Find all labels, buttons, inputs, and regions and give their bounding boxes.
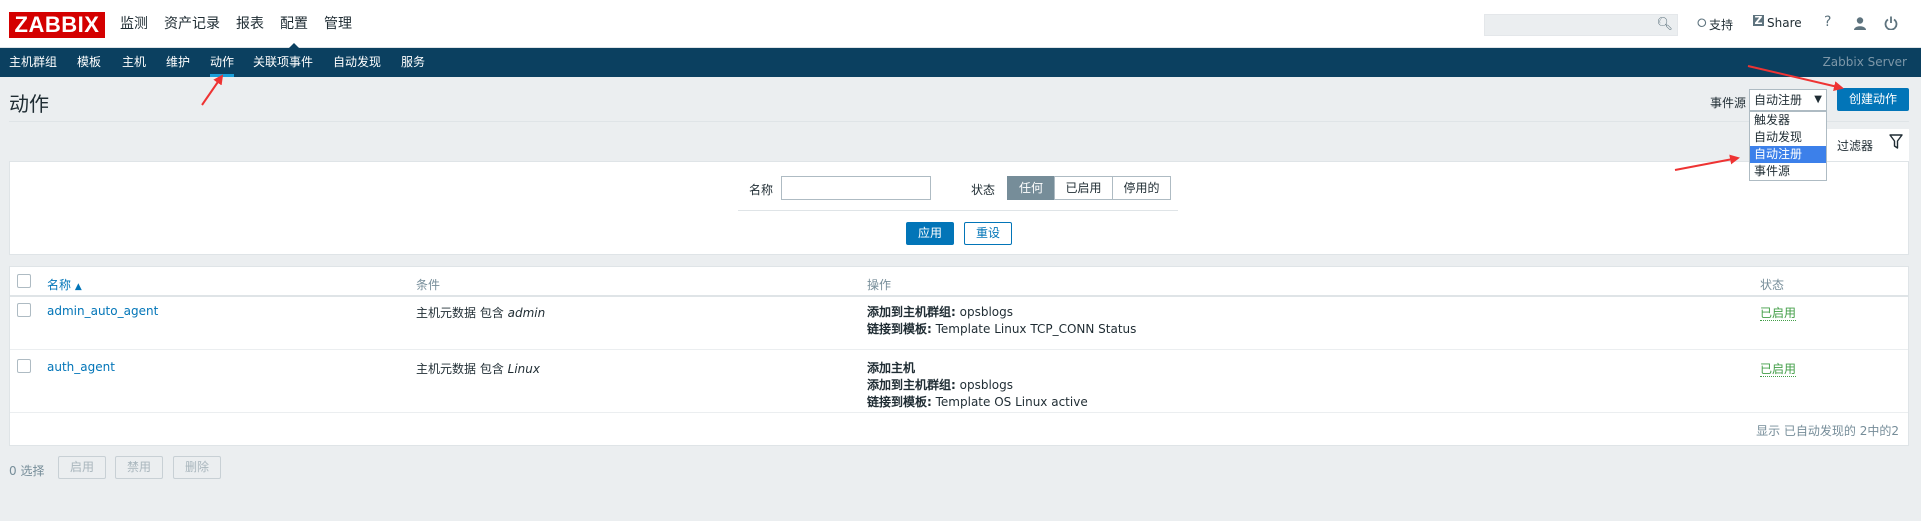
subnav-discovery[interactable]: 自动发现 [333,48,381,77]
operation-value: Template OS Linux active [931,395,1088,409]
condition-value: admin [507,306,546,320]
filter-status-any[interactable]: 任何 [1007,176,1055,200]
page-title: 动作 [9,92,49,116]
arrow-to-actions-tab [201,74,224,106]
select-all-checkbox[interactable] [17,274,31,288]
row-divider [10,349,1908,350]
table-footer-count: 显示 已自动发现的 2中的2 [1756,424,1899,438]
row-divider [10,412,1908,413]
event-source-dropdown-list: 触发器 自动发现 自动注册 事件源 [1749,111,1827,181]
subnav-hosts[interactable]: 主机 [122,48,146,77]
condition-text: 主机元数据 包含 [416,362,508,376]
action-name-link[interactable]: auth_agent [47,360,115,374]
operation-label: 添加到主机群组: [867,305,956,319]
condition-text: 主机元数据 包含 [416,306,508,320]
filter-status-disabled[interactable]: 停用的 [1112,176,1171,200]
event-source-label: 事件源 [1710,96,1747,110]
top-header: ZABBIX 监测 资产记录 报表 配置 管理 🔍︎ ⭘ 支持 Z Share … [0,0,1921,49]
mass-enable-button[interactable]: 启用 [58,456,106,479]
condition-value: Linux [507,362,540,376]
dropdown-arrow-icon: ▼ [1814,94,1822,105]
filter-status-enabled[interactable]: 已启用 [1054,176,1113,200]
user-profile-icon[interactable] [1853,16,1867,30]
row-checkbox[interactable] [17,303,31,317]
column-header-operations: 操作 [867,278,892,292]
subnav-event-correlation[interactable]: 关联项事件 [253,48,313,77]
filter-tab-label: 过滤器 [1837,139,1874,153]
filter-reset-button[interactable]: 重设 [964,222,1012,245]
operation-label: 添加主机 [867,361,916,375]
subnav-services[interactable]: 服务 [401,48,425,77]
operation-value: Template Linux TCP_CONN Status [931,322,1137,336]
action-operations: 添加到主机群组: opsblogs 链接到模板: Template Linux … [867,304,1136,338]
share-icon: Z [1753,14,1764,27]
mass-delete-button[interactable]: 删除 [173,456,221,479]
event-source-option-internal[interactable]: 事件源 [1750,163,1826,180]
help-icon[interactable]: ? [1824,14,1831,30]
column-header-conditions: 条件 [416,278,441,292]
status-cell: 已启用 [1760,304,1797,321]
title-divider [9,121,1909,122]
filter-apply-button[interactable]: 应用 [906,222,954,245]
actions-table: 名称 ▲ 条件 操作 状态 admin_auto_agent 主机元数据 包含 … [9,266,1909,446]
column-header-name[interactable]: 名称 ▲ [47,276,82,293]
filter-divider [738,210,1178,211]
nav-reports[interactable]: 报表 [228,0,272,48]
status-enabled-link[interactable]: 已启用 [1760,362,1797,377]
table-row: auth_agent [47,360,115,374]
filter-panel [9,161,1909,255]
column-header-status: 状态 [1760,278,1785,292]
table-row: admin_auto_agent [47,304,158,318]
action-name-link[interactable]: admin_auto_agent [47,304,158,318]
sign-out-icon[interactable] [1884,16,1898,30]
nav-monitoring[interactable]: 监测 [112,0,156,48]
filter-tab[interactable]: 过滤器 [1827,129,1909,161]
zabbix-logo[interactable]: ZABBIX [9,12,105,38]
sub-nav: 主机群组 模板 主机 维护 动作 关联项事件 自动发现 服务 Zabbix Se… [0,48,1921,77]
selected-count: 0 选择 [9,464,45,478]
status-enabled-link[interactable]: 已启用 [1760,306,1797,321]
row-checkbox[interactable] [17,359,31,373]
headset-icon: ⭘ [1697,16,1707,30]
filter-name-label: 名称 [749,183,774,197]
nav-inventory[interactable]: 资产记录 [156,0,228,48]
status-cell: 已启用 [1760,360,1797,377]
share-link[interactable]: Share [1767,16,1802,30]
action-condition: 主机元数据 包含 Linux [416,360,540,377]
mass-disable-button[interactable]: 禁用 [115,456,163,479]
support-link[interactable]: 支持 [1709,16,1733,33]
server-name: Zabbix Server [1822,55,1907,69]
filter-status-label: 状态 [971,183,996,197]
search-icon[interactable]: 🔍︎ [1656,17,1673,32]
event-source-select[interactable]: 自动注册 ▼ [1749,89,1827,111]
operation-label: 添加到主机群组: [867,378,956,392]
operation-label: 链接到模板: [867,395,932,409]
subnav-templates[interactable]: 模板 [77,48,101,77]
global-search-input[interactable]: 🔍︎ [1484,14,1678,36]
event-source-option-discovery[interactable]: 自动发现 [1750,129,1826,146]
subnav-maintenance[interactable]: 维护 [166,48,190,77]
table-header-divider [10,295,1908,297]
subnav-actions[interactable]: 动作 [210,48,235,77]
nav-configuration[interactable]: 配置 [272,0,316,49]
filter-name-input[interactable] [781,176,931,200]
subnav-host-groups[interactable]: 主机群组 [9,48,57,77]
create-action-button[interactable]: 创建动作 [1837,88,1909,111]
operation-value: opsblogs [955,305,1013,319]
event-source-option-autoregistration[interactable]: 自动注册 [1750,146,1826,163]
action-condition: 主机元数据 包含 admin [416,304,545,321]
action-operations: 添加主机 添加到主机群组: opsblogs 链接到模板: Template O… [867,360,1088,411]
operation-label: 链接到模板: [867,322,932,336]
filter-icon [1889,134,1903,149]
operation-value: opsblogs [955,378,1013,392]
column-header-name-label: 名称 [47,278,72,292]
event-source-selected-value: 自动注册 [1754,93,1803,107]
sort-asc-icon: ▲ [74,282,82,292]
nav-administration[interactable]: 管理 [316,0,360,48]
main-nav: 监测 资产记录 报表 配置 管理 [112,0,360,49]
event-source-option-trigger[interactable]: 触发器 [1750,112,1826,129]
